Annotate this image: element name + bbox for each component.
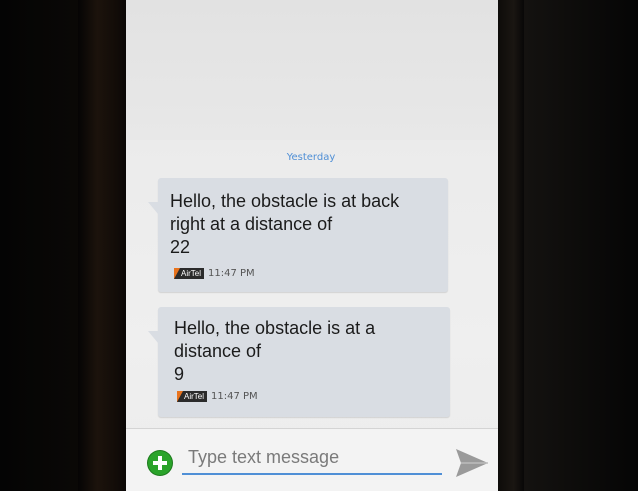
photo-frame: Yesterday Hello, the obstacle is at back… [0, 0, 638, 491]
message-bubble-2[interactable]: Hello, the obstacle is at a distance of … [148, 307, 450, 417]
message-meta-2: AirTel 11:47 PM [177, 391, 258, 402]
compose-bar [126, 428, 498, 491]
send-arrow-icon [456, 449, 488, 477]
send-button[interactable] [454, 447, 490, 479]
add-attachment-button[interactable] [148, 451, 172, 475]
message-text-2: Hello, the obstacle is at a distance of … [174, 318, 376, 384]
date-separator: Yesterday [286, 152, 336, 163]
message-meta-1: AirTel 11:47 PM [174, 268, 255, 279]
message-bubble-1[interactable]: Hello, the obstacle is at back right at … [148, 178, 448, 292]
carrier-badge: AirTel [177, 391, 208, 402]
message-time-2: 11:47 PM [211, 391, 258, 402]
phone-bezel-right [498, 0, 524, 491]
message-text-1: Hello, the obstacle is at back right at … [170, 191, 400, 257]
carrier-badge: AirTel [174, 268, 205, 279]
message-input[interactable] [182, 441, 442, 475]
messaging-screen: Yesterday Hello, the obstacle is at back… [126, 0, 498, 491]
message-time-1: 11:47 PM [208, 268, 255, 279]
empty-thread-area [126, 0, 498, 140]
phone-bezel-left [78, 0, 126, 491]
